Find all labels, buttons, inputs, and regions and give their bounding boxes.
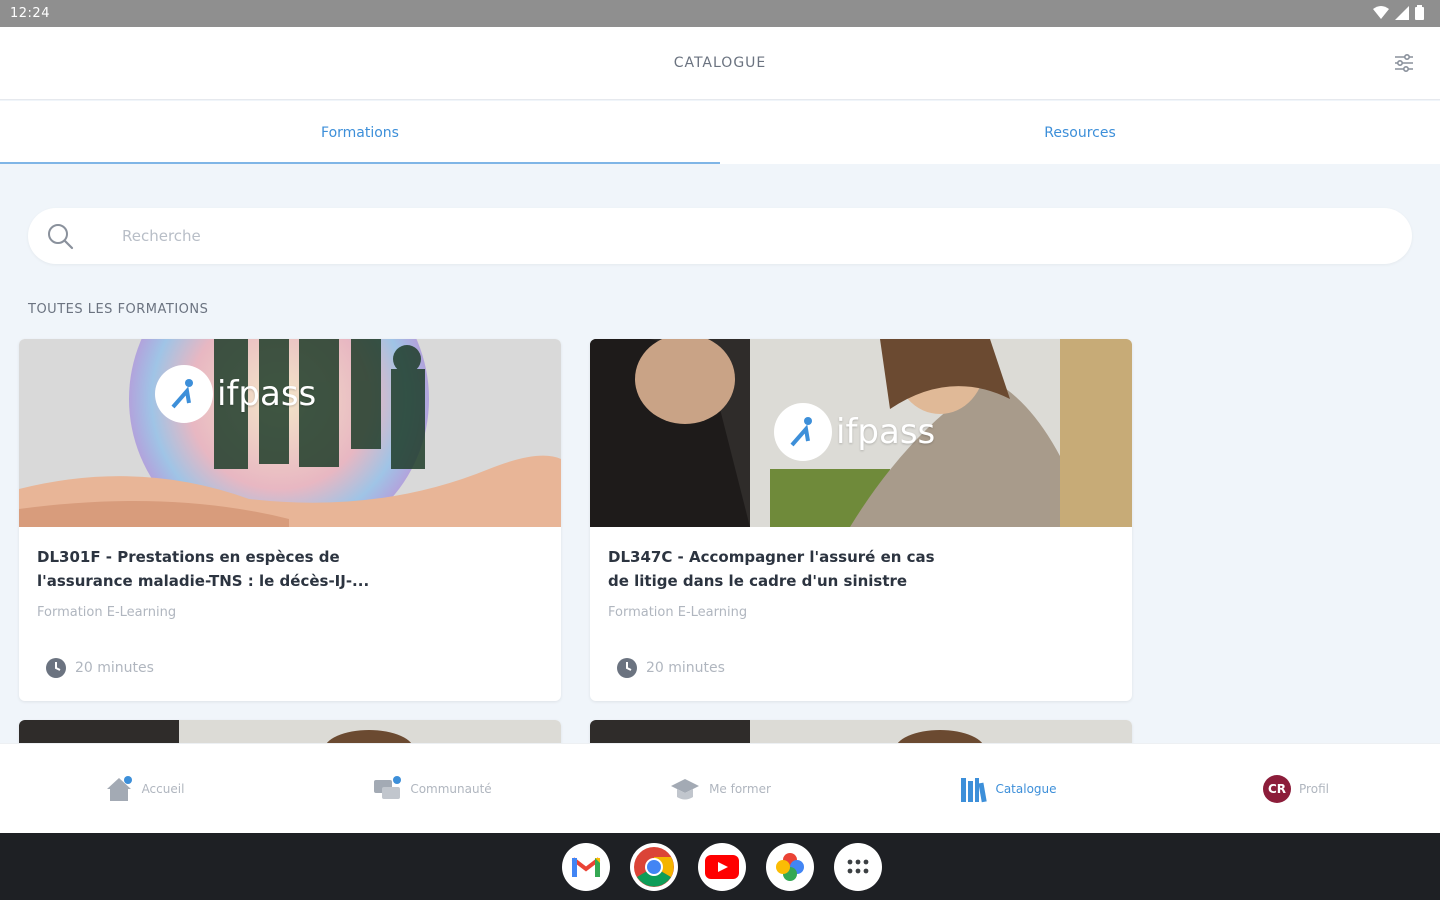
home-icon [106, 775, 132, 801]
course-card[interactable]: ifpass DL301F - Prestations en espèces d… [19, 339, 561, 701]
course-duration: 20 minutes [45, 657, 154, 679]
library-icon [961, 777, 988, 802]
graduation-cap-icon [671, 778, 700, 799]
course-thumbnail: ifpass [590, 339, 1132, 527]
nav-label: Catalogue [995, 781, 1057, 796]
chrome-icon [634, 847, 674, 887]
clock-icon [46, 658, 66, 678]
wifi-icon [1373, 5, 1389, 19]
system-taskbar [0, 833, 1440, 900]
search-icon [48, 224, 74, 250]
course-title: DL301F - Prestations en espèces de l'ass… [37, 545, 437, 593]
avatar-icon: CR [1263, 774, 1292, 803]
course-card[interactable]: ifpass DL347C - Accompagner l'assuré en … [590, 339, 1132, 701]
dock-app-gmail[interactable] [562, 843, 610, 891]
signal-icon [1395, 5, 1409, 20]
course-title-line: de litige dans le cadre d'un sinistre [608, 572, 908, 590]
status-time: 12:24 [10, 6, 50, 21]
app-header: CATALOGUE [0, 27, 1440, 100]
course-thumbnail: ifpass [19, 339, 561, 527]
filter-button[interactable] [1392, 51, 1416, 75]
tab-formations[interactable]: Formations [0, 101, 720, 164]
community-icon [374, 775, 402, 799]
battery-icon [1415, 5, 1424, 20]
tab-bar: Formations Resources [0, 101, 1440, 164]
youtube-icon [705, 855, 739, 879]
ifpass-logo: ifpass [774, 403, 935, 461]
ifpass-logo-mark [774, 403, 832, 461]
course-title: DL347C - Accompagner l'assuré en cas de … [608, 545, 1008, 593]
photos-icon [776, 853, 804, 881]
sliders-icon [1395, 53, 1413, 73]
nav-item-profil[interactable]: CR Profil [1152, 744, 1440, 833]
bottom-navigation: Accueil Communauté Me former Catalogue C… [0, 743, 1440, 833]
nav-item-communaute[interactable]: Communauté [288, 744, 576, 833]
course-type: Formation E-Learning [37, 605, 177, 620]
duration-label: 20 minutes [75, 660, 154, 676]
search-bar [28, 208, 1412, 264]
app-dock [562, 843, 882, 891]
app-grid-icon [847, 859, 869, 874]
avatar-initials: CR [1268, 781, 1287, 796]
tab-resources[interactable]: Resources [720, 101, 1440, 164]
course-title-line: l'assurance maladie-TNS : le décès-IJ-..… [37, 572, 370, 590]
page-title: CATALOGUE [673, 55, 767, 71]
search-input[interactable] [122, 208, 1382, 264]
course-title-line: DL301F - Prestations en espèces de [37, 548, 340, 566]
nav-label: Accueil [141, 781, 185, 796]
gmail-icon [571, 857, 601, 877]
course-type: Formation E-Learning [608, 605, 748, 620]
nav-item-me-former[interactable]: Me former [576, 744, 864, 833]
ifpass-logo: ifpass [155, 365, 316, 423]
dock-app-launcher[interactable] [834, 843, 882, 891]
duration-label: 20 minutes [646, 660, 725, 676]
ifpass-logo-mark [155, 365, 213, 423]
nav-item-catalogue[interactable]: Catalogue [864, 744, 1152, 833]
status-icons [1373, 5, 1424, 20]
nav-label: Communauté [410, 781, 492, 796]
ifpass-logo-text: ifpass [836, 412, 936, 452]
dock-app-chrome[interactable] [630, 843, 678, 891]
dock-app-youtube[interactable] [698, 843, 746, 891]
status-bar: 12:24 [0, 0, 1440, 27]
course-duration: 20 minutes [616, 657, 725, 679]
course-title-line: DL347C - Accompagner l'assuré en cas [608, 548, 935, 566]
ifpass-logo-text: ifpass [217, 374, 317, 414]
clock-icon [617, 658, 637, 678]
nav-item-accueil[interactable]: Accueil [0, 744, 288, 833]
nav-label: Profil [1299, 781, 1329, 796]
nav-label: Me former [709, 781, 771, 796]
section-title: TOUTES LES FORMATIONS [28, 302, 209, 317]
dock-app-photos[interactable] [766, 843, 814, 891]
